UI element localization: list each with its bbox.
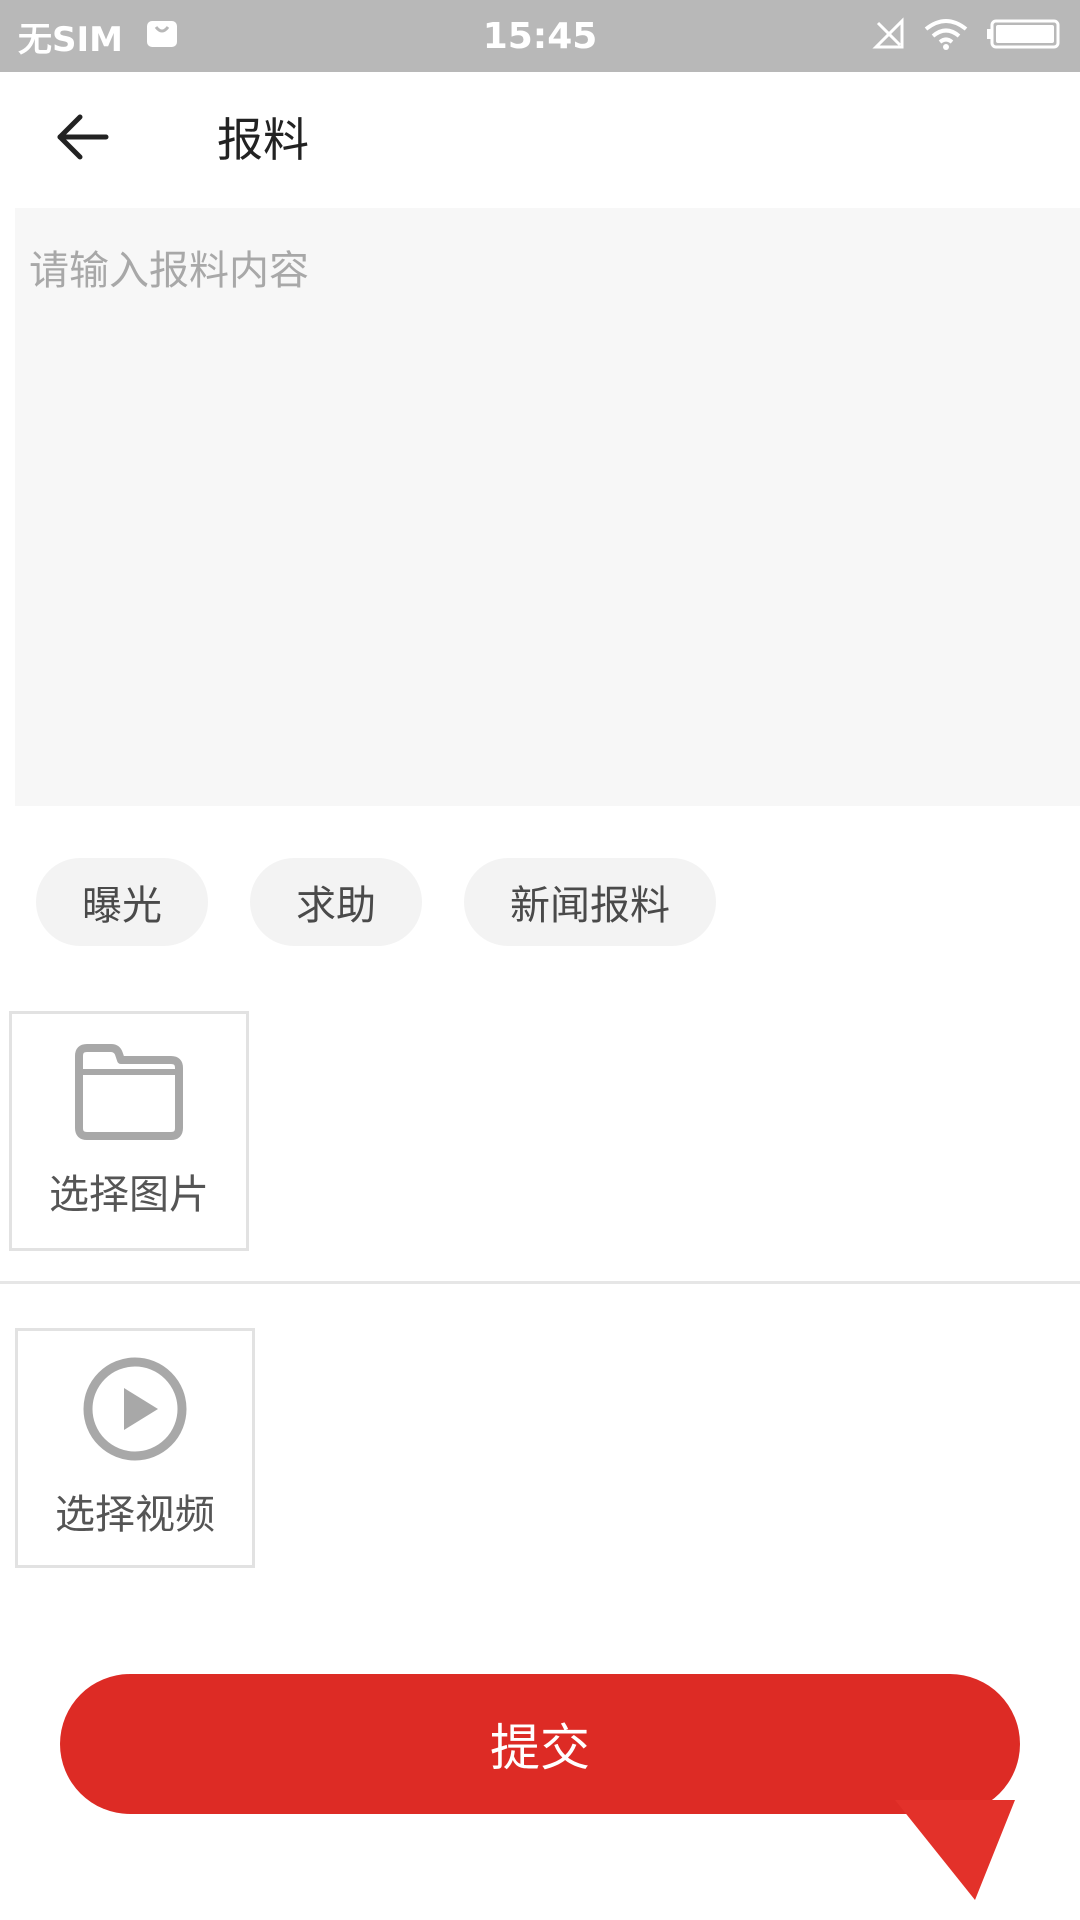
select-video-button[interactable]: 选择视频 [15, 1328, 255, 1568]
play-circle-icon [83, 1357, 187, 1461]
wifi-icon [924, 17, 968, 55]
battery-icon [986, 17, 1062, 55]
submit-button[interactable]: 提交 [60, 1674, 1020, 1814]
page-title: 报料 [217, 113, 309, 167]
back-button[interactable] [42, 102, 122, 172]
tag-news-report[interactable]: 新闻报料 [464, 858, 716, 946]
tag-help[interactable]: 求助 [250, 858, 422, 946]
tag-exposure[interactable]: 曝光 [36, 858, 208, 946]
category-tags: 曝光 求助 新闻报料 [36, 858, 716, 946]
select-image-label: 选择图片 [49, 1172, 209, 1218]
status-bar-right [872, 0, 1062, 72]
select-video-label: 选择视频 [55, 1492, 215, 1538]
report-content-input[interactable] [15, 208, 1080, 806]
muted-signal-icon [872, 17, 906, 55]
folder-icon [75, 1044, 183, 1140]
status-bar: 无SIM 15:45 [0, 0, 1080, 72]
back-arrow-icon [57, 114, 109, 160]
header-bar: 报料 [0, 72, 1080, 202]
corner-triangle-decoration [895, 1800, 1015, 1900]
select-image-button[interactable]: 选择图片 [9, 1011, 249, 1251]
divider [0, 1281, 1080, 1284]
